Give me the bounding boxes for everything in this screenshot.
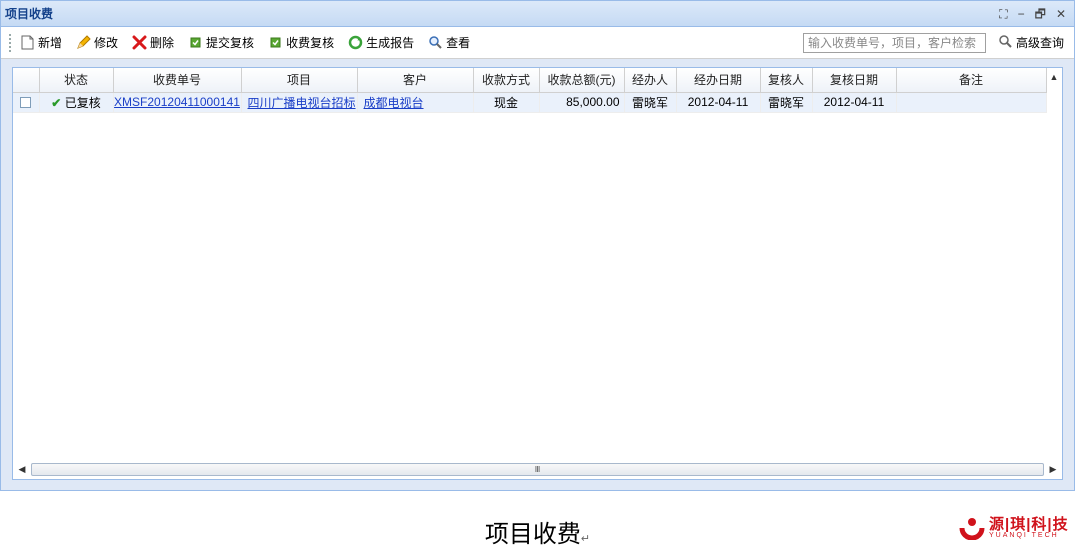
logo-sub: YUANQI TECH <box>989 531 1059 539</box>
scroll-right-arrow-icon[interactable]: ▶ <box>1046 464 1060 475</box>
review-check-icon <box>268 35 283 50</box>
reviewer-cell: 雷晓军 <box>760 92 813 113</box>
search-input[interactable] <box>802 32 986 53</box>
table-row[interactable]: ✔ 已复核 XMSF20120411000141 四川广播电视台招标 成都电视台… <box>13 92 1047 113</box>
refresh-report-icon <box>348 35 363 50</box>
project-fee-window: 项目收费 ⛶ − 🗗 ✕ 新增 修改 删除 提交复核 收费复核 生成报告 查看 … <box>0 0 1075 491</box>
delete-label: 删除 <box>150 36 175 50</box>
data-grid: 状态 收费单号 项目 客户 收款方式 收款总额(元) 经办人 经办日期 复核人 … <box>12 67 1063 480</box>
advanced-search-button[interactable]: 高级查询 <box>998 34 1064 52</box>
handle-date-cell: 2012-04-11 <box>676 92 761 113</box>
paragraph-mark: ↵ <box>580 533 591 545</box>
logo-brand: 源|琪|科|技 <box>989 515 1069 533</box>
search-area: 高级查询 <box>802 32 1074 53</box>
status-text: 已复核 <box>64 95 101 110</box>
edit-button[interactable]: 修改 <box>76 34 118 51</box>
fee-no-link[interactable]: XMSF20120411000141 <box>114 95 240 109</box>
logo-mark-icon <box>959 518 985 540</box>
checkmark-icon: ✔ <box>51 95 62 110</box>
delete-button[interactable]: 删除 <box>132 34 174 51</box>
project-cell: 四川广播电视台招标 <box>241 92 358 113</box>
header-reviewer[interactable]: 复核人 <box>760 68 813 93</box>
window-titlebar: 项目收费 ⛶ − 🗗 ✕ <box>1 1 1074 27</box>
submit-review-button[interactable]: 提交复核 <box>188 34 254 51</box>
new-label: 新增 <box>38 36 63 50</box>
header-review-date[interactable]: 复核日期 <box>812 68 897 93</box>
header-handler[interactable]: 经办人 <box>624 68 677 93</box>
header-amount[interactable]: 收款总额(元) <box>539 68 625 93</box>
payment-method-cell: 现金 <box>473 92 540 113</box>
submit-check-icon <box>188 35 203 50</box>
row-checkbox[interactable] <box>20 97 32 109</box>
view-label: 查看 <box>446 36 471 50</box>
fee-review-label: 收费复核 <box>286 36 335 50</box>
action-toolbar: 新增 修改 删除 提交复核 收费复核 生成报告 查看 输入收费单号，项目，客户检… <box>1 27 1074 59</box>
customer-cell: 成都电视台 <box>357 92 474 113</box>
amount-cell: 85,000.00 <box>539 92 625 113</box>
grid-table: 状态 收费单号 项目 客户 收款方式 收款总额(元) 经办人 经办日期 复核人 … <box>13 68 1047 113</box>
header-payment-method[interactable]: 收款方式 <box>473 68 540 93</box>
review-date-cell: 2012-04-11 <box>812 92 897 113</box>
status-cell: ✔ 已复核 <box>39 92 114 113</box>
project-link[interactable]: 四川广播电视台招标 <box>248 96 356 110</box>
row-checkbox-cell[interactable] <box>13 92 40 113</box>
handler-cell: 雷晓军 <box>624 92 677 113</box>
header-status[interactable]: 状态 <box>39 68 114 93</box>
customer-link[interactable]: 成都电视台 <box>364 96 424 110</box>
scroll-up-arrow-icon[interactable]: ▲ <box>1047 70 1061 84</box>
scroll-left-arrow-icon[interactable]: ◀ <box>15 464 29 475</box>
submit-review-label: 提交复核 <box>206 36 255 50</box>
grid-header-row: 状态 收费单号 项目 客户 收款方式 收款总额(元) 经办人 经办日期 复核人 … <box>13 68 1047 93</box>
view-button[interactable]: 查看 <box>428 34 470 51</box>
search-icon <box>998 34 1013 52</box>
logo-text: 源|琪|科|技 YUANQI TECH <box>989 517 1069 540</box>
header-remark[interactable]: 备注 <box>896 68 1047 93</box>
fee-no-cell: XMSF20120411000141 <box>113 92 242 113</box>
header-checkbox-col <box>13 68 40 93</box>
view-magnifier-icon <box>428 35 443 50</box>
new-button[interactable]: 新增 <box>20 34 62 51</box>
remark-cell <box>896 92 1047 113</box>
new-doc-icon <box>20 35 35 50</box>
toolbar-grip <box>9 33 12 52</box>
caption-text: 项目收费 <box>484 522 581 548</box>
minimize-icon[interactable]: − <box>1018 8 1025 20</box>
window-title: 项目收费 <box>5 7 54 21</box>
maximize-icon[interactable]: ⛶ <box>999 8 1007 20</box>
delete-x-icon <box>132 35 147 50</box>
header-project[interactable]: 项目 <box>241 68 358 93</box>
advanced-search-label: 高级查询 <box>1015 36 1064 50</box>
restore-icon[interactable]: 🗗 <box>1035 8 1046 20</box>
header-customer[interactable]: 客户 <box>357 68 474 93</box>
generate-report-label: 生成报告 <box>366 36 415 50</box>
company-logo: 源|琪|科|技 YUANQI TECH <box>958 516 1069 540</box>
header-handle-date[interactable]: 经办日期 <box>676 68 761 93</box>
generate-report-button[interactable]: 生成报告 <box>348 34 414 51</box>
horizontal-scrollbar[interactable]: ◀ Ⅲ ▶ <box>15 462 1060 477</box>
close-icon[interactable]: ✕ <box>1056 8 1066 20</box>
pencil-icon <box>76 35 91 50</box>
edit-label: 修改 <box>94 36 119 50</box>
scrollbar-thumb[interactable]: Ⅲ <box>31 463 1044 476</box>
figure-caption: 项目收费↵ <box>0 514 1075 549</box>
fee-review-button[interactable]: 收费复核 <box>268 34 334 51</box>
window-tools: ⛶ − 🗗 ✕ <box>999 8 1074 20</box>
header-fee-no[interactable]: 收费单号 <box>113 68 242 93</box>
